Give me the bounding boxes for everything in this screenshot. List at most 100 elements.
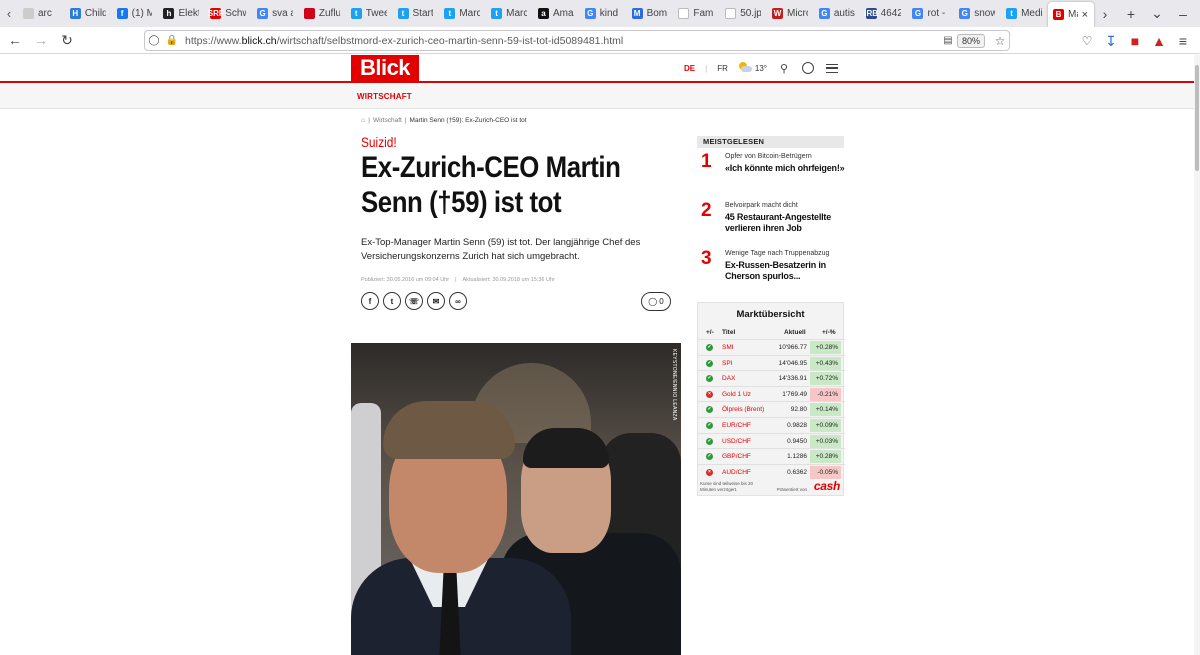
browser-tab[interactable]: W Micro xyxy=(767,0,814,27)
list-tabs-icon[interactable]: ⌄ xyxy=(1146,3,1168,25)
market-row[interactable]: ✓ DAX 14'336.91 +0.72% xyxy=(698,370,845,386)
extension-ublock-icon[interactable]: ■ xyxy=(1124,30,1146,52)
tab-favicon-icon: h xyxy=(163,8,175,19)
instrument-name[interactable]: DAX xyxy=(722,375,735,382)
forward-icon[interactable]: → xyxy=(28,27,54,53)
market-row[interactable]: × Gold 1 Uz 1'769.49 -0.21% xyxy=(698,385,845,401)
menu-hamburger-icon[interactable] xyxy=(825,61,839,75)
tab-favicon-icon xyxy=(303,8,315,19)
web-page: Blick DE | FR 13° ⚲ WIRTSCHAFT ⌂ | Wirts… xyxy=(0,55,1200,655)
tab-favicon-icon: t xyxy=(491,8,503,19)
bookmark-star-icon[interactable]: ☆ xyxy=(991,34,1009,48)
downloads-icon[interactable]: ↧ xyxy=(1100,30,1122,52)
email-share-icon[interactable]: ✉ xyxy=(427,292,445,310)
twitter-share-icon[interactable]: t xyxy=(383,292,401,310)
browser-tab[interactable]: tTwee xyxy=(346,0,393,27)
facebook-share-icon[interactable]: f xyxy=(361,292,379,310)
article-headline: Ex-Zurich-CEO Martin Senn (†59) ist tot xyxy=(361,151,621,219)
browser-tab[interactable]: Gsva a xyxy=(252,0,299,27)
instrument-name[interactable]: SPI xyxy=(722,360,732,367)
instrument-value: 10'966.77 xyxy=(778,344,807,351)
instrument-name[interactable]: SMI xyxy=(722,344,734,351)
shield-icon[interactable]: ◯ xyxy=(145,35,163,46)
search-icon[interactable]: ⚲ xyxy=(777,61,791,75)
zoom-level[interactable]: 80% xyxy=(956,33,985,48)
copy-link-icon[interactable]: ∞ xyxy=(449,292,467,310)
minimize-icon[interactable]: – xyxy=(1172,3,1194,25)
market-row[interactable]: ✓ EUR/CHF 0.9828 +0.09% xyxy=(698,417,845,432)
browser-tab[interactable]: t Start xyxy=(393,0,440,27)
tab-scroll-left-icon[interactable]: ‹ xyxy=(0,0,18,27)
section-link-wirtschaft[interactable]: WIRTSCHAFT xyxy=(357,92,412,101)
instrument-value: 0.6362 xyxy=(787,468,807,476)
item-title[interactable]: Ex-Russen-Besatzerin in Cherson spurlos.… xyxy=(725,260,847,282)
breadcrumb-section[interactable]: Wirtschaft xyxy=(373,117,402,124)
instrument-name[interactable]: EUR/CHF xyxy=(722,422,751,429)
browser-tab[interactable]: Gkind xyxy=(580,0,627,27)
url-text[interactable]: https://www.blick.ch/wirtschaft/selbstmo… xyxy=(185,35,939,47)
browser-tab[interactable]: SRFSchw xyxy=(205,0,252,27)
back-icon[interactable]: ← xyxy=(2,27,28,53)
browser-tab[interactable]: t Marc xyxy=(486,0,533,27)
market-row[interactable]: ✓ SPI 14'046.95 +0.43% xyxy=(698,354,845,370)
market-row[interactable]: ✓ SMI 10'966.77 +0.28% xyxy=(698,339,845,354)
app-menu-icon[interactable]: ≡ xyxy=(1172,30,1194,52)
tab-title: arc xyxy=(38,8,52,19)
user-account-icon[interactable] xyxy=(801,61,815,75)
tab-favicon-icon: f xyxy=(116,8,128,19)
instrument-name[interactable]: AUD/CHF xyxy=(722,469,751,476)
instrument-name[interactable]: USD/CHF xyxy=(722,438,751,445)
meta-divider: | xyxy=(455,277,457,283)
article-meta: Publiziert: 30.05.2016 um 09:04 Uhr | Ak… xyxy=(361,277,555,283)
instrument-value: 1.1286 xyxy=(787,453,807,461)
reader-view-icon[interactable]: ▤ xyxy=(939,35,957,46)
comments-button[interactable]: ◯ 0 xyxy=(641,292,671,311)
item-title[interactable]: «Ich könnte mich ohrfeigen!» xyxy=(725,163,847,174)
blick-logo[interactable]: Blick xyxy=(351,55,419,83)
instrument-value: 14'336.91 xyxy=(778,375,807,383)
weather-widget[interactable]: 13° xyxy=(738,62,767,74)
tab-active[interactable]: B Ma × xyxy=(1048,2,1094,27)
browser-tab[interactable]: M Bom xyxy=(627,0,674,27)
browser-tab[interactable]: arc xyxy=(18,0,65,27)
browser-tab[interactable]: Grot - xyxy=(907,0,954,27)
reload-icon[interactable]: ↻ xyxy=(54,27,80,53)
cash-logo[interactable]: cash xyxy=(814,479,840,493)
scrollbar-thumb[interactable] xyxy=(1195,65,1199,171)
extension-megaphone-icon[interactable]: ▲ xyxy=(1148,30,1170,52)
lock-icon[interactable]: 🔒 xyxy=(163,35,181,46)
market-row[interactable]: ✓ GBP/CHF 1.1286 +0.28% xyxy=(698,448,845,464)
browser-tab[interactable]: Gautis xyxy=(814,0,861,27)
market-row[interactable]: ✓ Ölpreis (Brent) 92.80 +0.14% xyxy=(698,401,845,417)
item-title[interactable]: 45 Restaurant-Angestellte verlieren ihre… xyxy=(725,212,847,234)
lang-fr-link[interactable]: FR xyxy=(717,64,728,73)
browser-tab[interactable]: Zuflu xyxy=(299,0,346,27)
tab-title: 4642 xyxy=(880,8,902,19)
page-scrollbar[interactable] xyxy=(1194,55,1200,655)
browser-tab[interactable]: a Ama xyxy=(533,0,580,27)
tab-scroll-right-icon[interactable]: › xyxy=(1094,3,1116,25)
browser-tab[interactable]: Gsnow xyxy=(954,0,1001,27)
article-photo[interactable]: KEYSTONE/ENNIO LEANZA xyxy=(351,343,681,655)
browser-tab[interactable]: Familien xyxy=(673,0,720,27)
market-row[interactable]: ✓ USD/CHF 0.9450 +0.03% xyxy=(698,432,845,448)
instrument-name[interactable]: Gold 1 Uz xyxy=(722,391,751,398)
lang-de-link[interactable]: DE xyxy=(684,64,695,73)
instrument-change: +0.28% xyxy=(810,341,841,354)
browser-tab[interactable]: h Elekt xyxy=(158,0,205,27)
browser-tab[interactable]: 50.jpg ( xyxy=(720,0,767,27)
home-icon[interactable]: ⌂ xyxy=(361,117,365,124)
close-tab-icon[interactable]: × xyxy=(1082,9,1088,21)
pocket-icon[interactable]: ♡ xyxy=(1076,30,1098,52)
url-bar[interactable]: ◯ 🔒 https://www.blick.ch/wirtschaft/selb… xyxy=(144,30,1010,51)
browser-tab[interactable]: H Child xyxy=(65,0,112,27)
browser-tab[interactable]: t Medi xyxy=(1001,0,1048,27)
instrument-name[interactable]: GBP/CHF xyxy=(722,453,751,460)
browser-tab[interactable]: f(1) M xyxy=(112,0,159,27)
whatsapp-share-icon[interactable]: ☏ xyxy=(405,292,423,310)
instrument-name[interactable]: Ölpreis (Brent) xyxy=(722,406,764,413)
market-row[interactable]: × AUD/CHF 0.6362 -0.05% xyxy=(698,463,845,479)
browser-tab[interactable]: IRB 4642 xyxy=(861,0,908,27)
browser-tab[interactable]: t Marc xyxy=(439,0,486,27)
new-tab-icon[interactable]: + xyxy=(1120,3,1142,25)
